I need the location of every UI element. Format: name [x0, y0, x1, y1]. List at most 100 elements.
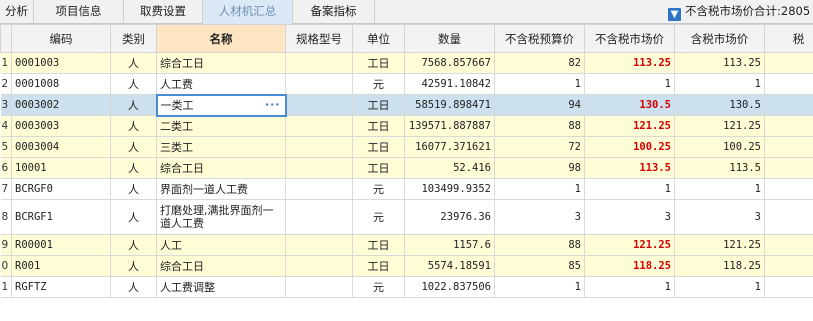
cell-budget-price[interactable]: 82	[494, 52, 585, 74]
cell-type[interactable]: 人	[110, 199, 157, 235]
cell-market-price[interactable]: 121.25	[584, 234, 675, 256]
header-name[interactable]: 名称	[156, 24, 286, 53]
table-row[interactable]: 2 0001008 人 人工费 元 42591.10842 1 1 1	[0, 73, 813, 95]
cell-quantity[interactable]: 16077.371621	[404, 136, 495, 158]
table-row[interactable]: 4 0003003 人 二类工 工日 139571.887887 88 121.…	[0, 115, 813, 137]
cell-type[interactable]: 人	[110, 115, 157, 137]
table-row[interactable]: 7 BCRGF0 人 界面剂一道人工费 元 103499.9352 1 1 1	[0, 178, 813, 200]
cell-budget-price[interactable]: 94	[494, 94, 585, 116]
cell-code[interactable]: 10001	[11, 157, 111, 179]
cell-code[interactable]: RGFTZ	[11, 276, 111, 298]
cell-type[interactable]: 人	[110, 157, 157, 179]
table-row[interactable]: 8 BCRGF1 人 打磨处理,满批界面剂一道人工费 元 23976.36 3 …	[0, 199, 813, 235]
cell-budget-price[interactable]: 72	[494, 136, 585, 158]
cell-spec[interactable]	[285, 255, 353, 277]
cell-tax[interactable]	[764, 157, 813, 179]
cell-code[interactable]: R00001	[11, 234, 111, 256]
cell-market-price[interactable]: 121.25	[584, 115, 675, 137]
cell-unit[interactable]: 工日	[352, 52, 405, 74]
cell-type[interactable]: 人	[110, 52, 157, 74]
ellipsis-button-icon[interactable]: ···	[265, 98, 281, 111]
cell-quantity[interactable]: 58519.898471	[404, 94, 495, 116]
cell-name[interactable]: 人工费	[156, 73, 286, 95]
cell-market-price[interactable]: 113.25	[584, 52, 675, 74]
cell-unit[interactable]: 元	[352, 178, 405, 200]
cell-spec[interactable]	[285, 234, 353, 256]
cell-market-price-tax[interactable]: 1	[674, 178, 765, 200]
cell-type[interactable]: 人	[110, 276, 157, 298]
cell-spec[interactable]	[285, 73, 353, 95]
cell-name[interactable]: 三类工	[156, 136, 286, 158]
cell-unit[interactable]: 工日	[352, 234, 405, 256]
cell-market-price[interactable]: 100.25	[584, 136, 675, 158]
cell-type[interactable]: 人	[110, 178, 157, 200]
cell-unit[interactable]: 工日	[352, 94, 405, 116]
header-tax[interactable]: 税	[764, 24, 813, 53]
cell-budget-price[interactable]: 88	[494, 115, 585, 137]
cell-market-price-tax[interactable]: 113.5	[674, 157, 765, 179]
cell-name-editing[interactable]: 一类工 ···	[155, 93, 287, 117]
table-row-selected[interactable]: 3 0003002 人 一类工 ··· 工日 58519.898471 94 1…	[0, 93, 813, 117]
cell-market-price[interactable]: 3	[584, 199, 675, 235]
cell-tax[interactable]	[764, 234, 813, 256]
cell-quantity[interactable]: 42591.10842	[404, 73, 495, 95]
cell-budget-price[interactable]: 1	[494, 276, 585, 298]
cell-unit[interactable]: 元	[352, 276, 405, 298]
cell-type[interactable]: 人	[110, 94, 157, 116]
cell-market-price[interactable]: 118.25	[584, 255, 675, 277]
cell-tax[interactable]	[764, 199, 813, 235]
cell-name-text[interactable]: 一类工	[161, 99, 194, 112]
cell-unit[interactable]: 元	[352, 199, 405, 235]
cell-name[interactable]: 打磨处理,满批界面剂一道人工费	[156, 199, 286, 235]
cell-quantity[interactable]: 1022.837506	[404, 276, 495, 298]
cell-spec[interactable]	[285, 157, 353, 179]
cell-spec[interactable]	[285, 115, 353, 137]
cell-market-price-tax[interactable]: 1	[674, 276, 765, 298]
cell-code[interactable]: 0003004	[11, 136, 111, 158]
header-unit[interactable]: 单位	[352, 24, 405, 53]
cell-budget-price[interactable]: 85	[494, 255, 585, 277]
header-spec[interactable]: 规格型号	[285, 24, 353, 53]
cell-market-price-tax[interactable]: 3	[674, 199, 765, 235]
tab-project-info[interactable]: 项目信息	[34, 0, 124, 24]
cell-spec[interactable]	[285, 94, 353, 116]
cell-type[interactable]: 人	[110, 136, 157, 158]
cell-market-price-tax[interactable]: 1	[674, 73, 765, 95]
cell-code[interactable]: BCRGF1	[11, 199, 111, 235]
cell-tax[interactable]	[764, 52, 813, 74]
cell-spec[interactable]	[285, 199, 353, 235]
cell-code[interactable]: 0001008	[11, 73, 111, 95]
cell-quantity[interactable]: 7568.857667	[404, 52, 495, 74]
header-type[interactable]: 类别	[110, 24, 157, 53]
cell-market-price-tax[interactable]: 121.25	[674, 234, 765, 256]
cell-unit[interactable]: 工日	[352, 115, 405, 137]
cell-spec[interactable]	[285, 276, 353, 298]
cell-tax[interactable]	[764, 115, 813, 137]
cell-name[interactable]: 综合工日	[156, 52, 286, 74]
tab-labor-material-summary[interactable]: 人材机汇总	[203, 0, 293, 24]
header-quantity[interactable]: 数量	[404, 24, 495, 53]
cell-name[interactable]: 人工费调整	[156, 276, 286, 298]
header-market-price[interactable]: 不含税市场价	[584, 24, 675, 53]
cell-quantity[interactable]: 23976.36	[404, 199, 495, 235]
tab-filing-index[interactable]: 备案指标	[293, 0, 375, 24]
cell-budget-price[interactable]: 88	[494, 234, 585, 256]
cell-unit[interactable]: 元	[352, 73, 405, 95]
table-row[interactable]: 0 R001 人 综合工日 工日 5574.18591 85 118.25 11…	[0, 255, 813, 277]
cell-quantity[interactable]: 103499.9352	[404, 178, 495, 200]
cell-market-price-tax[interactable]: 130.5	[674, 94, 765, 116]
cell-spec[interactable]	[285, 136, 353, 158]
cell-code[interactable]: 0003002	[11, 94, 111, 116]
cell-type[interactable]: 人	[110, 73, 157, 95]
cell-code[interactable]: R001	[11, 255, 111, 277]
cell-name[interactable]: 综合工日	[156, 255, 286, 277]
cell-budget-price[interactable]: 98	[494, 157, 585, 179]
cell-market-price[interactable]: 1	[584, 178, 675, 200]
cell-tax[interactable]	[764, 73, 813, 95]
cell-code[interactable]: 0001003	[11, 52, 111, 74]
cell-quantity[interactable]: 1157.6	[404, 234, 495, 256]
cell-code[interactable]: 0003003	[11, 115, 111, 137]
cell-quantity[interactable]: 52.416	[404, 157, 495, 179]
cell-budget-price[interactable]: 3	[494, 199, 585, 235]
cell-type[interactable]: 人	[110, 255, 157, 277]
